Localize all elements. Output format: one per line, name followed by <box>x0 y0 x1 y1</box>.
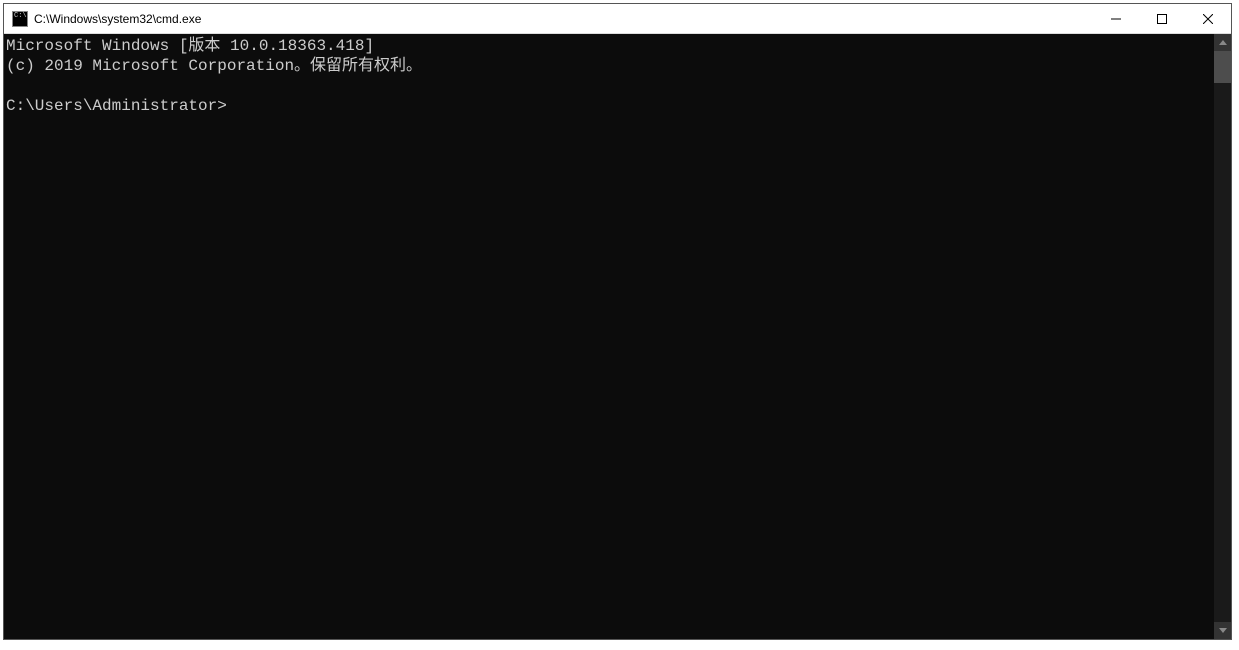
minimize-button[interactable] <box>1093 4 1139 34</box>
cmd-window: C:\Windows\system32\cmd.exe Microsoft Wi… <box>3 3 1232 640</box>
maximize-icon <box>1157 14 1167 24</box>
chevron-down-icon <box>1219 628 1227 633</box>
cmd-icon <box>12 11 28 27</box>
prompt-line: C:\Users\Administrator> <box>6 97 227 115</box>
scroll-thumb[interactable] <box>1214 51 1231 83</box>
copyright-line: (c) 2019 Microsoft Corporation。保留所有权利。 <box>6 57 422 75</box>
scrollbar[interactable] <box>1214 34 1231 639</box>
titlebar[interactable]: C:\Windows\system32\cmd.exe <box>4 4 1231 34</box>
chevron-up-icon <box>1219 40 1227 45</box>
window-controls <box>1093 4 1231 33</box>
maximize-button[interactable] <box>1139 4 1185 34</box>
scroll-down-button[interactable] <box>1214 622 1231 639</box>
close-icon <box>1203 14 1213 24</box>
version-line: Microsoft Windows [版本 10.0.18363.418] <box>6 37 374 55</box>
minimize-icon <box>1111 14 1121 24</box>
terminal-output[interactable]: Microsoft Windows [版本 10.0.18363.418] (c… <box>4 34 1214 639</box>
close-button[interactable] <box>1185 4 1231 34</box>
scroll-up-button[interactable] <box>1214 34 1231 51</box>
window-title: C:\Windows\system32\cmd.exe <box>34 12 1093 26</box>
terminal-area: Microsoft Windows [版本 10.0.18363.418] (c… <box>4 34 1231 639</box>
